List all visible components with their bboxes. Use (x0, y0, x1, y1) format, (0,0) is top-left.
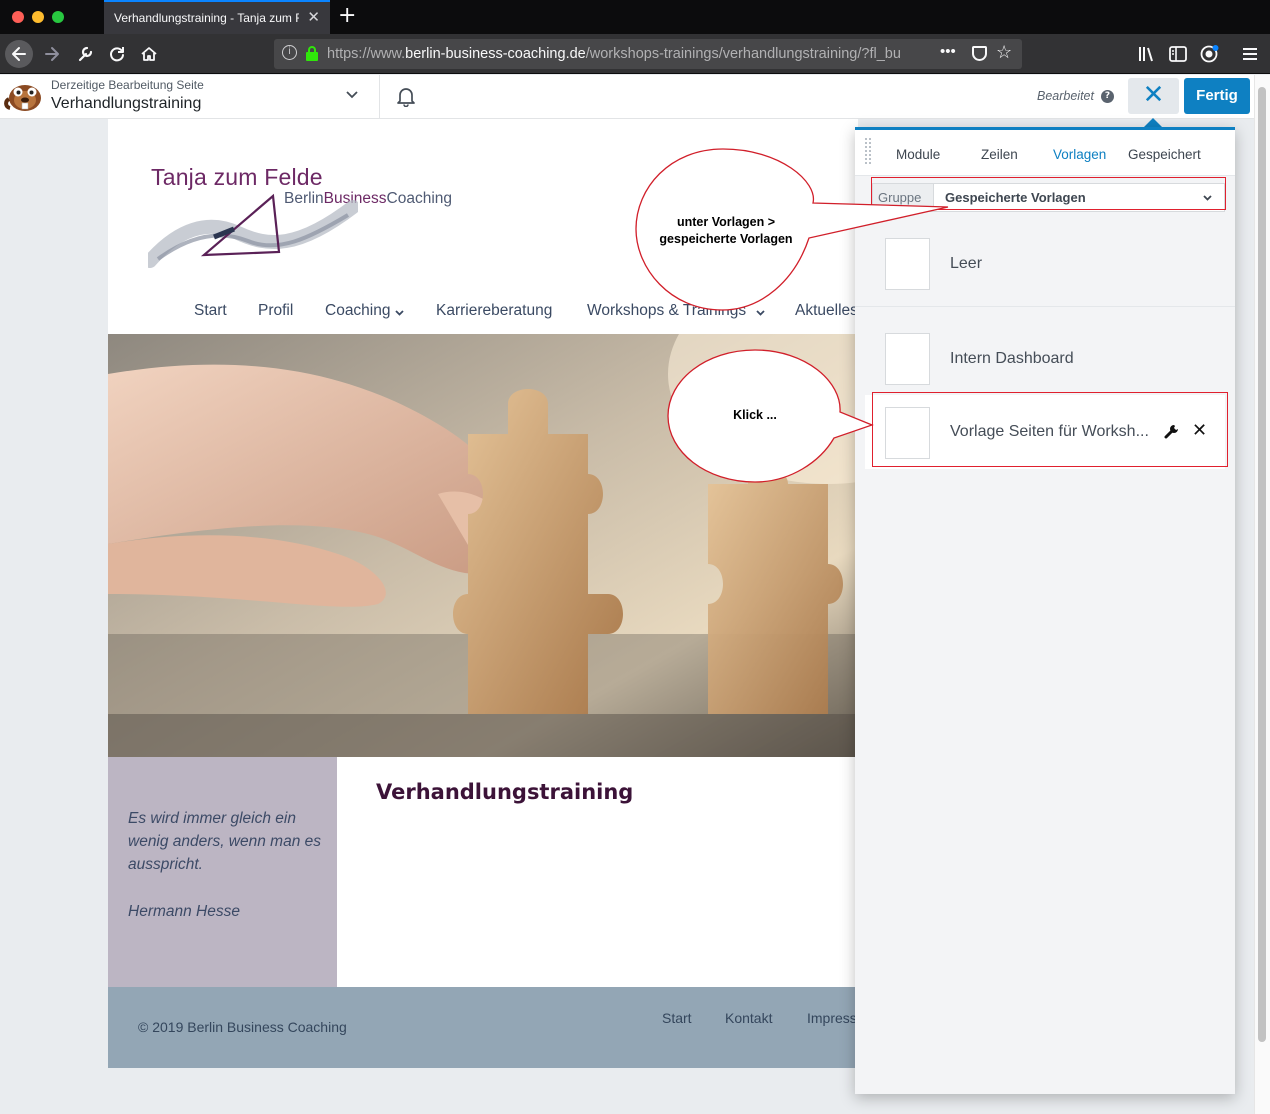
back-arrow-icon (12, 47, 26, 61)
template-name: Leer (950, 255, 983, 272)
wrench-icon (78, 46, 93, 62)
forward-arrow-icon (45, 47, 59, 61)
browser-titlebar: Verhandlungstraining - Tanja zum Felde ✕… (0, 0, 1270, 34)
nav-profil[interactable]: Profil (258, 302, 293, 320)
tab-vorlagen[interactable]: Vorlagen (1053, 147, 1106, 162)
template-thumbnail (885, 333, 930, 385)
page-scrollbar[interactable] (1254, 75, 1270, 1114)
tab-gespeichert[interactable]: Gespeichert (1128, 147, 1201, 162)
reload-icon (110, 47, 124, 62)
chevron-down-icon (756, 310, 765, 316)
lock-icon (306, 46, 318, 61)
annotation-highlight-box (872, 392, 1228, 467)
callout-text-bottom: Klick ... (733, 408, 777, 422)
home-button[interactable] (135, 40, 163, 68)
callout-text-top: unter Vorlagen > gespeicherte Vorlagen (659, 215, 793, 246)
quote-box: Es wird immer gleich ein wenig anders, w… (108, 757, 337, 987)
menu-icon[interactable] (1241, 44, 1259, 64)
template-thumbnail (885, 238, 930, 290)
browser-navbar: i https://www.berlin-business-coaching.d… (0, 34, 1270, 74)
builder-top-bar: Derzeitige Bearbeitung Seite Verhandlung… (0, 75, 1254, 119)
website-canvas: Tanja zum Felde BerlinBusinessCoaching S… (108, 119, 876, 1068)
footer-link-start[interactable]: Start (662, 1010, 692, 1026)
site-info-icon[interactable]: i (282, 45, 297, 60)
template-name: Intern Dashboard (950, 350, 1074, 367)
sidebar-icon[interactable] (1168, 44, 1188, 64)
url-text[interactable]: https://www.berlin-business-coaching.de/… (327, 46, 927, 62)
page-heading: Verhandlungstraining (376, 780, 634, 804)
footer-link-kontakt[interactable]: Kontakt (725, 1010, 772, 1026)
nav-start[interactable]: Start (194, 302, 227, 320)
beaver-logo-icon[interactable] (4, 79, 44, 113)
nav-karriereberatung[interactable]: Karriereberatung (436, 302, 552, 320)
reload-button[interactable] (103, 40, 131, 68)
editing-subtitle: Derzeitige Bearbeitung Seite (51, 78, 204, 92)
tab-module[interactable]: Module (896, 147, 940, 162)
template-item[interactable]: Leer (855, 223, 1235, 307)
editing-page-title[interactable]: Verhandlungstraining (51, 95, 201, 113)
drag-handle-icon[interactable] (864, 137, 872, 165)
content-panel: Module Zeilen Vorlagen Gespeichert Grupp… (855, 127, 1235, 1094)
template-item[interactable]: Intern Dashboard (855, 318, 1235, 396)
scrollbar-thumb[interactable] (1258, 87, 1266, 1042)
panel-tabs: Module Zeilen Vorlagen Gespeichert (855, 130, 1235, 176)
page-actions-icon[interactable]: ••• (940, 43, 956, 60)
window-close-dot[interactable] (12, 11, 24, 23)
quote-author: Hermann Hesse (128, 903, 240, 920)
account-icon[interactable] (1199, 43, 1221, 65)
help-icon[interactable]: ? (1101, 90, 1114, 103)
url-bar[interactable]: i https://www.berlin-business-coaching.d… (274, 39, 1022, 69)
chevron-down-icon[interactable] (343, 85, 361, 103)
tab-zeilen[interactable]: Zeilen (981, 147, 1018, 162)
divider (379, 75, 380, 119)
site-footer: © 2019 Berlin Business Coaching Start Ko… (108, 987, 876, 1068)
tools-button[interactable] (71, 40, 99, 68)
library-icon[interactable] (1137, 44, 1157, 64)
forward-button[interactable] (38, 40, 66, 68)
browser-tab[interactable]: Verhandlungstraining - Tanja zum Felde ✕ (104, 0, 330, 34)
close-panel-button[interactable]: ✕ (1128, 78, 1179, 114)
bell-icon[interactable] (396, 85, 416, 107)
window-zoom-dot[interactable] (52, 11, 64, 23)
site-navigation: Start Profil Coaching Karriereberatung W… (194, 301, 858, 325)
pocket-icon[interactable] (972, 46, 987, 61)
nav-workshops[interactable]: Workshops & Trainings (587, 302, 746, 320)
chevron-down-icon (395, 310, 404, 316)
window-minimize-dot[interactable] (32, 11, 44, 23)
done-button[interactable]: Fertig (1184, 78, 1250, 114)
quote-text: Es wird immer gleich ein wenig anders, w… (128, 810, 322, 873)
bookmark-star-icon[interactable]: ☆ (996, 42, 1012, 63)
logo-name[interactable]: Tanja zum Felde (151, 164, 323, 191)
home-icon (141, 47, 157, 61)
nav-coaching[interactable]: Coaching (325, 302, 391, 320)
tab-close-icon[interactable]: ✕ (307, 8, 320, 26)
logo-brushstroke-image (148, 193, 358, 268)
hero-puzzle-image (108, 334, 858, 757)
back-button[interactable] (5, 40, 33, 68)
edited-status: Bearbeitet (1037, 89, 1094, 103)
annotation-highlight-box (871, 177, 1226, 210)
copyright-text: © 2019 Berlin Business Coaching (138, 1019, 347, 1035)
new-tab-button[interactable]: + (338, 3, 356, 28)
nav-aktuelles[interactable]: Aktuelles (795, 302, 858, 320)
tab-title: Verhandlungstraining - Tanja zum Felde (114, 11, 299, 25)
